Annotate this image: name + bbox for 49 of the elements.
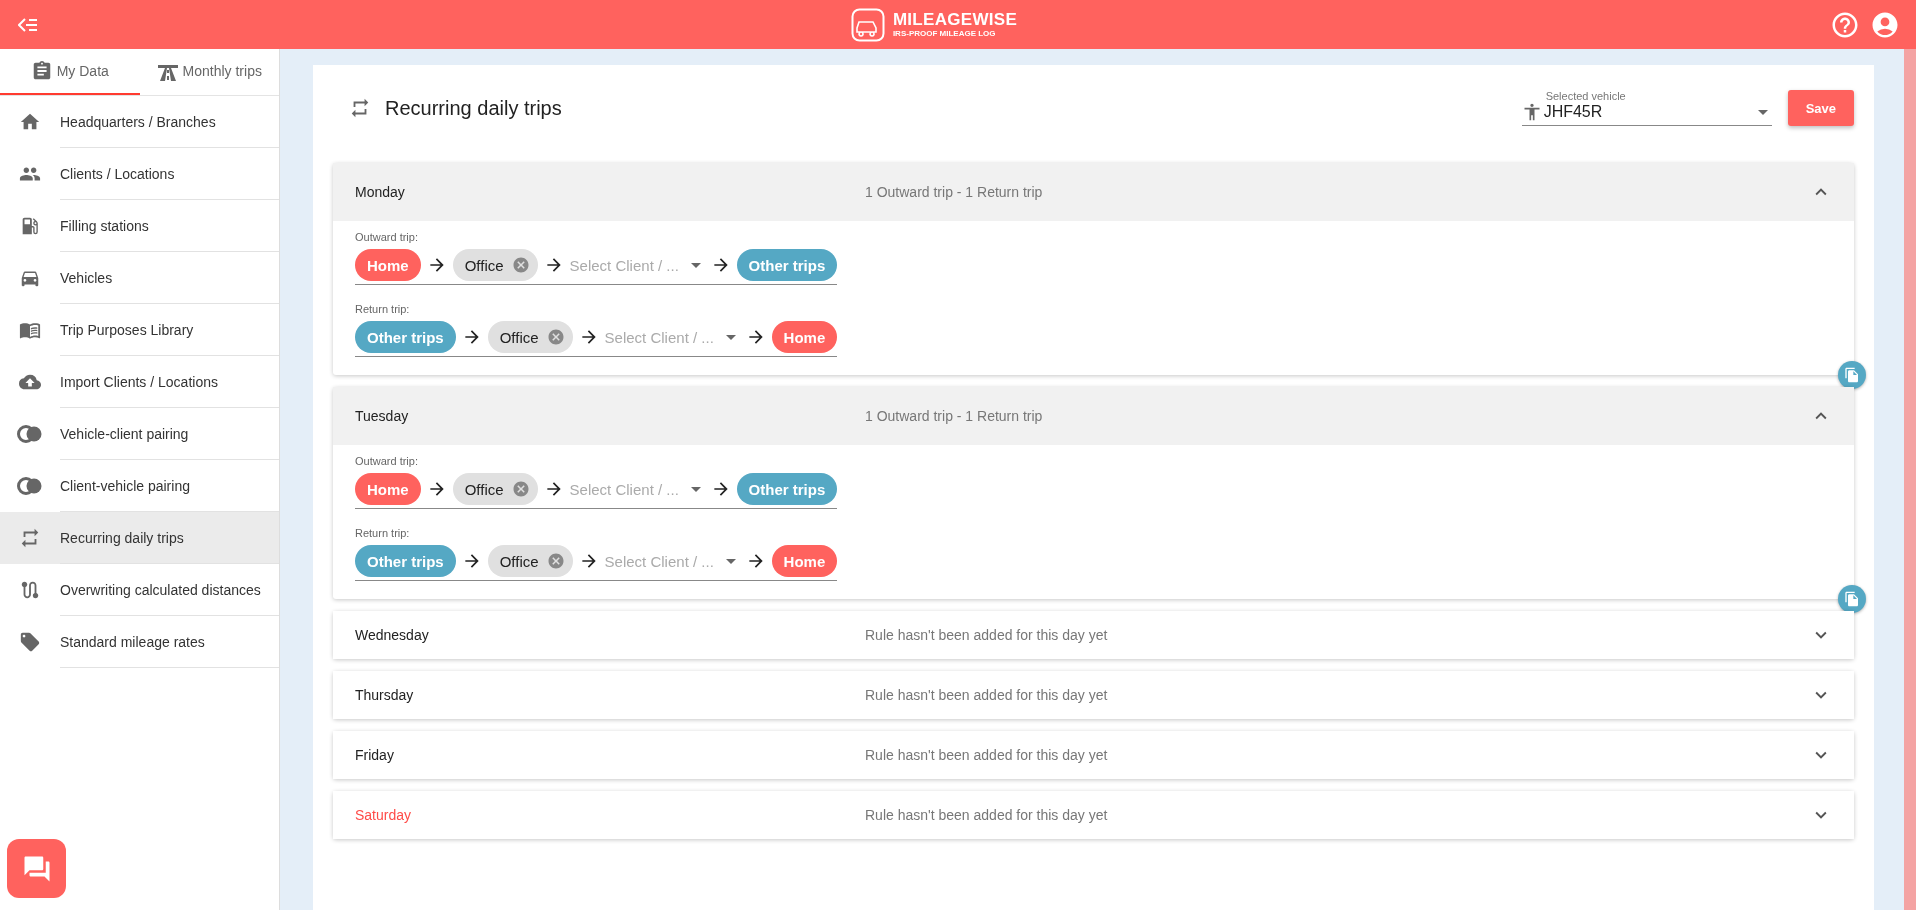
trip-label: Return trip: (355, 303, 411, 315)
remove-icon[interactable] (546, 552, 565, 570)
page-title: Recurring daily trips (385, 96, 562, 120)
sidebar-item[interactable]: Import Clients / Locations (0, 356, 279, 408)
copy-icon (1844, 591, 1860, 607)
sidebar-tab[interactable]: Monthly trips (139, 49, 279, 95)
logo-tagline: IRS-PROOF MILEAGE LOG (892, 30, 997, 38)
copy-icon (1844, 367, 1860, 383)
location-chip[interactable]: Office (452, 249, 538, 281)
copy-button[interactable] (1838, 361, 1866, 389)
sidebar-item[interactable]: Headquarters / Branches (0, 96, 279, 148)
repeat-icon (349, 97, 371, 119)
dropdown-caret-icon (1757, 109, 1768, 115)
trip-label: Return trip: (355, 527, 411, 539)
dropdown-caret-icon (725, 334, 736, 340)
sidebar-item[interactable]: Standard mileage rates (0, 616, 279, 668)
day-header[interactable]: Tuesday 1 Outward trip - 1 Return trip (333, 387, 1854, 445)
location-chip[interactable]: Office (487, 321, 573, 353)
logo-name: MILEAGEWISE (892, 11, 1018, 28)
vehicle-select-field[interactable]: Selected vehicle JHF45R (1521, 90, 1772, 126)
dropdown-caret-icon (690, 486, 701, 492)
day-header[interactable]: Monday 1 Outward trip - 1 Return trip (333, 163, 1854, 221)
dropdown-caret-icon (725, 558, 736, 564)
remove-icon[interactable] (511, 480, 530, 498)
overlapping-circles-icon (17, 477, 43, 495)
dropdown-caret-icon (690, 262, 701, 268)
overlapping-circles-icon (17, 425, 43, 443)
remove-icon[interactable] (546, 328, 565, 346)
location-chip[interactable]: Office (452, 473, 538, 505)
trip-label: Outward trip: (355, 231, 419, 243)
day-header[interactable]: Saturday Rule hasn't been added for this day yet (333, 791, 1854, 839)
day-header[interactable]: Friday Rule hasn't been added for this day yet (333, 731, 1854, 779)
trip-label: Outward trip: (355, 455, 419, 467)
sidebar-item[interactable]: Vehicle-client pairing (0, 408, 279, 460)
sidebar-item[interactable]: Filling stations (0, 200, 279, 252)
day-header[interactable]: Wednesday Rule hasn't been added for this day yet (333, 611, 1854, 659)
sidebar-item[interactable]: Overwriting calculated distances (0, 564, 279, 616)
chat-button[interactable] (7, 839, 66, 898)
copy-button[interactable] (1838, 585, 1866, 613)
sidebar-item[interactable]: Recurring daily trips (0, 512, 279, 564)
day-header[interactable]: Thursday Rule hasn't been added for this day yet (333, 671, 1854, 719)
sidebar-item[interactable]: Clients / Locations (0, 148, 279, 200)
collapse-menu-icon[interactable] (18, 16, 38, 33)
sidebar-item[interactable]: Vehicles (0, 252, 279, 304)
location-chip[interactable]: Office (487, 545, 573, 577)
sidebar-tab[interactable]: My Data (0, 49, 140, 95)
sidebar-item[interactable]: Trip Purposes Library (0, 304, 279, 356)
remove-icon[interactable] (511, 256, 530, 274)
car-logo-icon (850, 7, 885, 42)
